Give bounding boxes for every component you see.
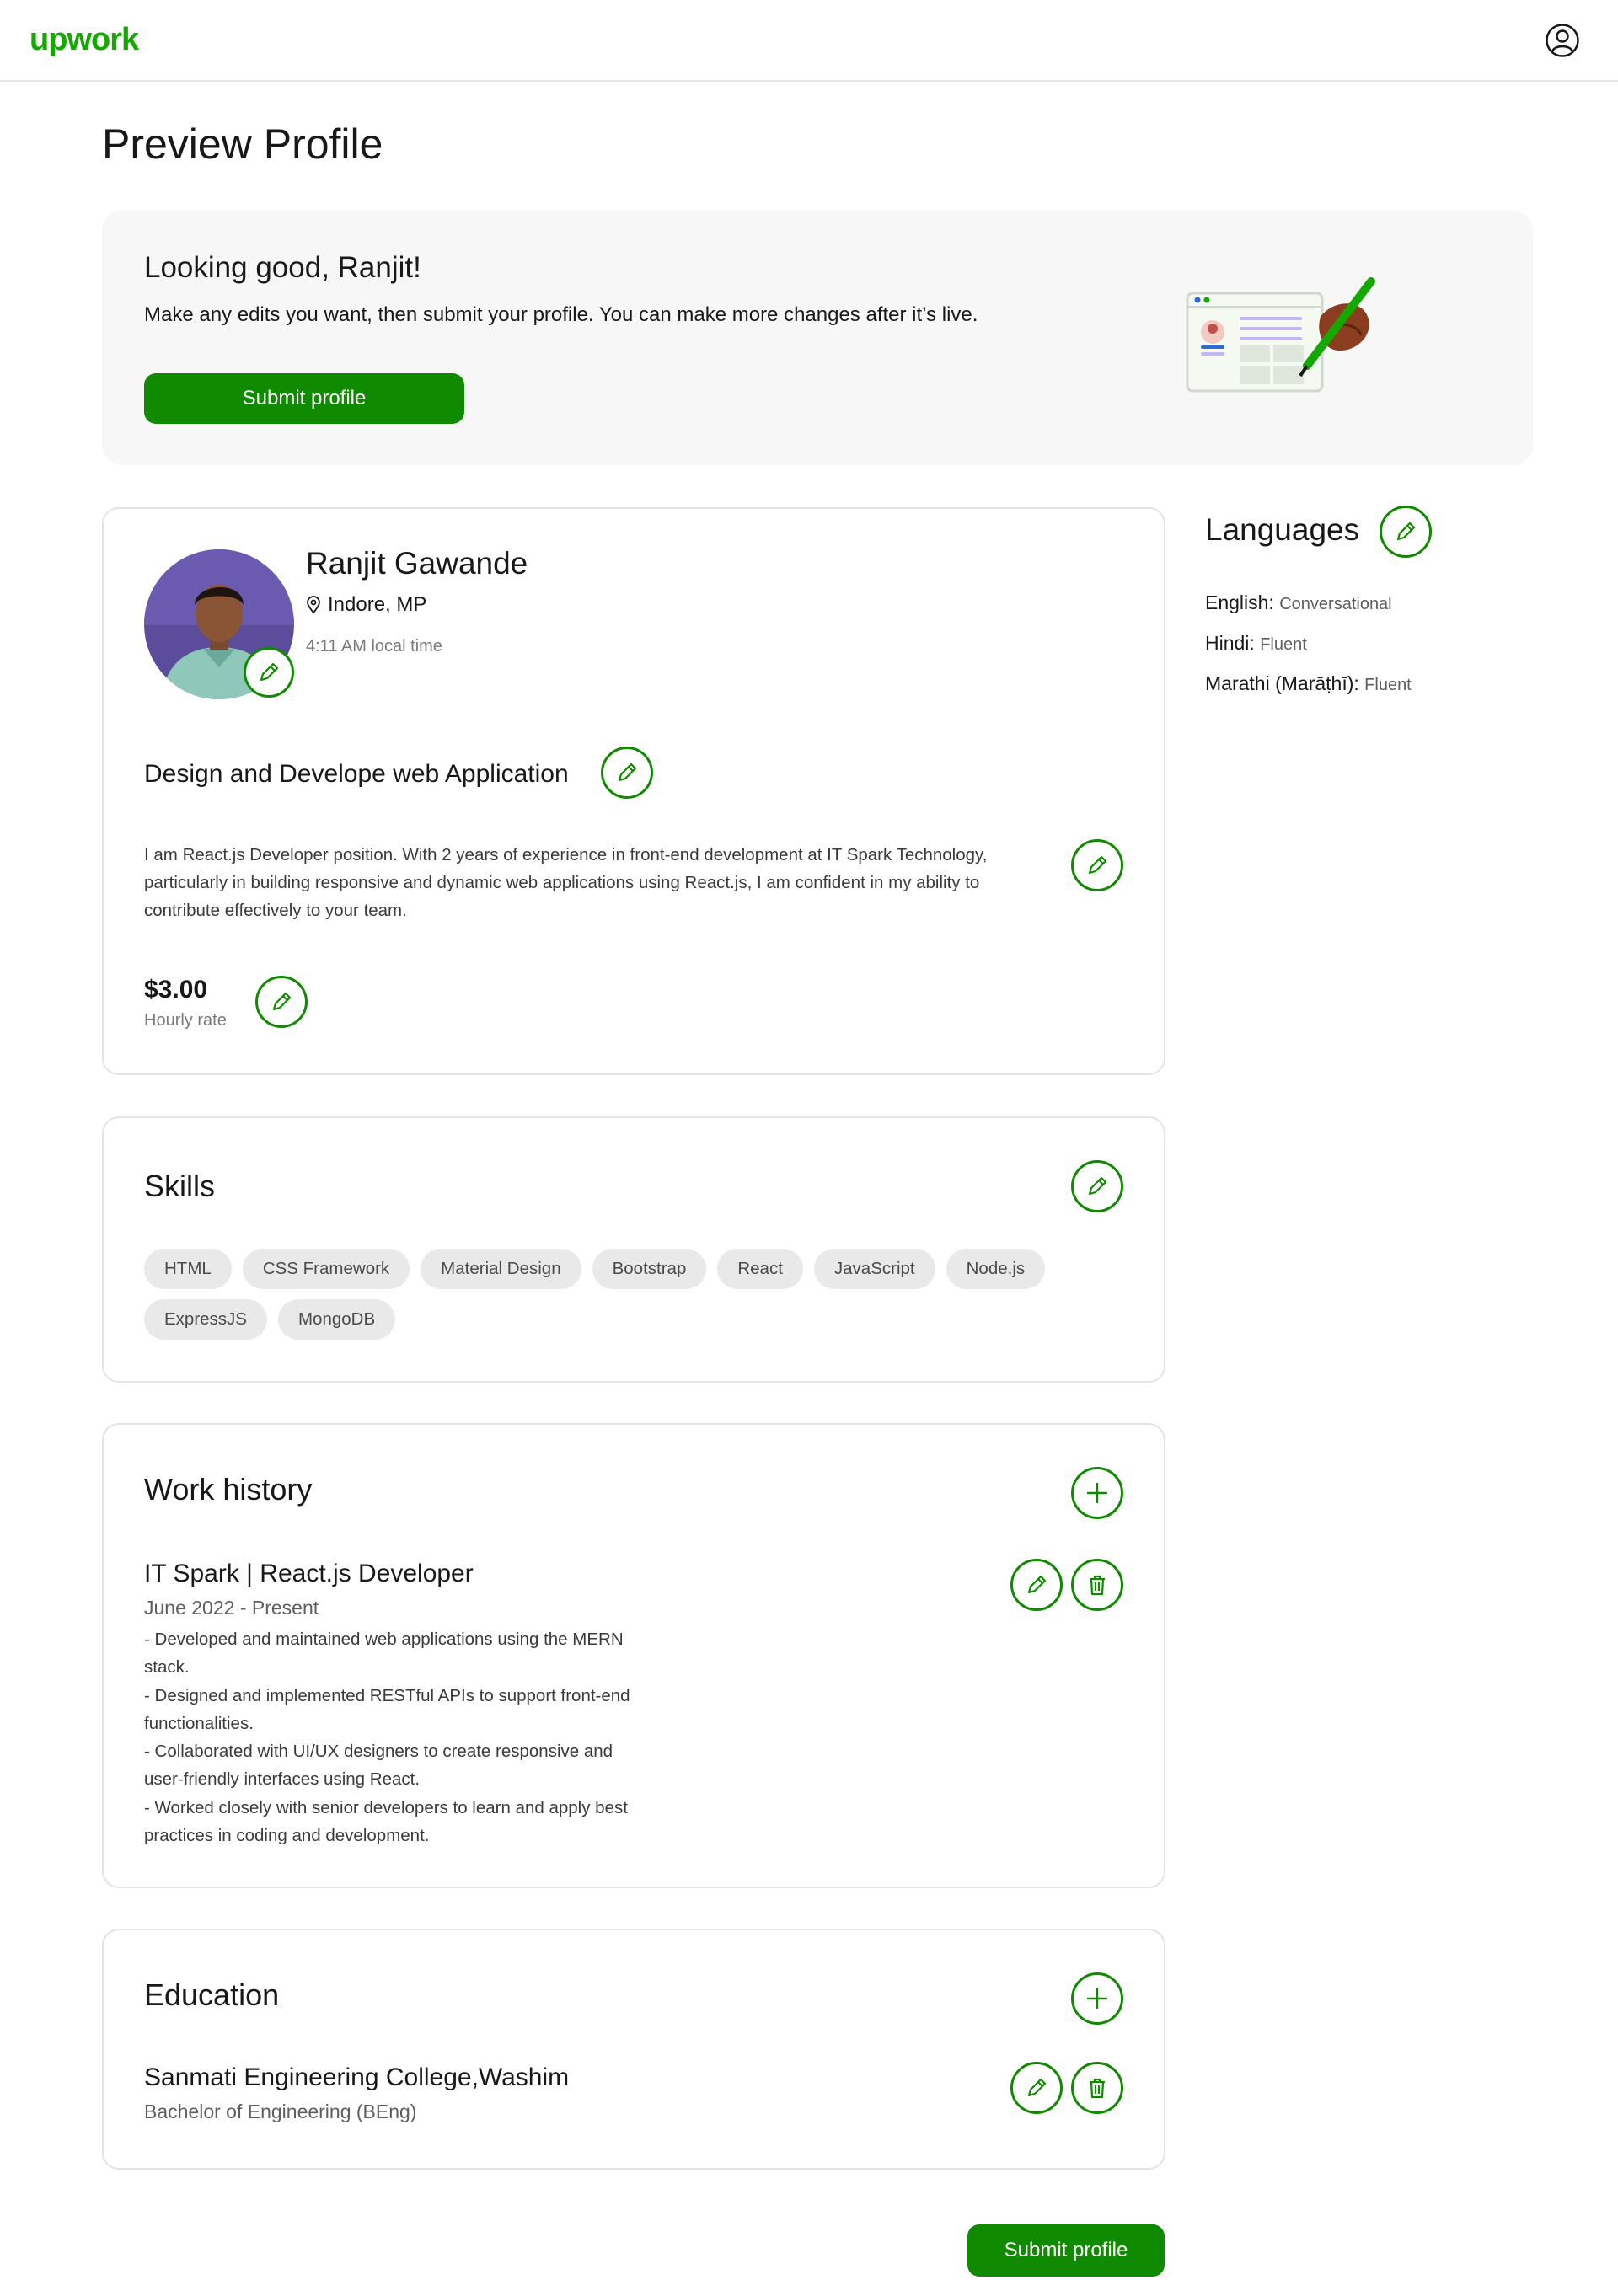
submit-profile-bottom-button[interactable]: Submit profile bbox=[967, 2224, 1165, 2277]
job-description-line: stack. bbox=[144, 1657, 190, 1678]
pencil-icon bbox=[260, 662, 279, 682]
job-description-line: user-friendly interfaces using React. bbox=[144, 1769, 421, 1790]
language-name: Hindi: bbox=[1205, 632, 1255, 654]
job-description-line: practices in coding and development. bbox=[144, 1826, 430, 1846]
delete-education-button[interactable] bbox=[1071, 2062, 1123, 2114]
edit-languages-button[interactable] bbox=[1380, 506, 1432, 558]
skill-chip: Node.js bbox=[946, 1249, 1046, 1289]
job-description-line: - Collaborated with UI/UX designers to c… bbox=[144, 1742, 613, 1762]
language-item: Hindi: Fluent bbox=[1205, 632, 1307, 655]
language-name: English: bbox=[1205, 591, 1274, 613]
skill-chip: CSS Framework bbox=[242, 1249, 410, 1289]
job-description-line: - Worked closely with senior developers … bbox=[144, 1797, 628, 1817]
hourly-rate-label: Hourly rate bbox=[144, 1011, 227, 1030]
plus-icon bbox=[1086, 1482, 1108, 1504]
pencil-icon bbox=[272, 992, 292, 1011]
pencil-icon bbox=[1396, 522, 1416, 541]
language-name: Marathi (Marāṭhī): bbox=[1205, 672, 1359, 694]
location-pin-icon bbox=[307, 596, 320, 614]
skill-chip: React bbox=[717, 1249, 803, 1289]
profile-location: Indore, MP bbox=[306, 593, 426, 617]
trash-icon bbox=[1090, 1575, 1105, 1596]
education-degree: Bachelor of Engineering (BEng) bbox=[144, 2101, 417, 2122]
skills-list: HTML CSS Framework Material Design Boots… bbox=[144, 1249, 1113, 1340]
profile-overview: I am React.js Developer position. With 2… bbox=[144, 845, 988, 920]
edit-rate-button[interactable] bbox=[255, 976, 308, 1028]
skill-chip: JavaScript bbox=[813, 1249, 935, 1289]
skill-chip: ExpressJS bbox=[144, 1299, 267, 1340]
submit-profile-button[interactable]: Submit profile bbox=[144, 373, 464, 424]
edit-education-button[interactable] bbox=[1010, 2062, 1063, 2114]
language-level: Fluent bbox=[1260, 635, 1307, 654]
upwork-logo[interactable]: upwork bbox=[29, 22, 139, 58]
skill-chip: MongoDB bbox=[277, 1299, 396, 1340]
profile-edit-illustration bbox=[1181, 275, 1400, 401]
edit-photo-button[interactable] bbox=[244, 647, 294, 698]
education-school: Sanmati Engineering College,Washim bbox=[144, 2063, 570, 2091]
job-title: IT Spark | React.js Developer bbox=[144, 1560, 474, 1587]
hourly-rate-value: $3.00 bbox=[144, 976, 208, 1003]
profile-title: Design and Develope web Application bbox=[144, 760, 569, 788]
top-header: upwork bbox=[0, 0, 1618, 82]
language-level: Conversational bbox=[1279, 595, 1392, 613]
pencil-icon bbox=[1088, 855, 1107, 875]
work-history-card: Work history IT Spark | React.js Develop… bbox=[102, 1423, 1165, 1888]
page-title: Preview Profile bbox=[102, 120, 383, 168]
profile-name: Ranjit Gawande bbox=[306, 546, 528, 581]
trash-icon bbox=[1090, 2078, 1105, 2099]
pencil-icon bbox=[1027, 1575, 1047, 1594]
profile-card: Ranjit Gawande Indore, MP 4:11 AM local … bbox=[102, 507, 1165, 1075]
work-history-heading: Work history bbox=[144, 1472, 313, 1507]
preview-banner: Looking good, Ranjit! Make any edits you… bbox=[102, 211, 1533, 465]
pencil-icon bbox=[1027, 2078, 1047, 2097]
plus-icon bbox=[1086, 1988, 1108, 2010]
user-account-icon[interactable] bbox=[1545, 23, 1580, 58]
add-education-button[interactable] bbox=[1071, 1972, 1123, 2025]
job-description-line: functionalities. bbox=[144, 1713, 254, 1733]
edit-skills-button[interactable] bbox=[1071, 1160, 1123, 1212]
skills-heading: Skills bbox=[144, 1169, 216, 1203]
delete-job-button[interactable] bbox=[1071, 1559, 1123, 1611]
skills-card: Skills HTML CSS Framework Material Desig… bbox=[102, 1116, 1165, 1383]
job-description-line: - Developed and maintained web applicati… bbox=[144, 1630, 624, 1649]
edit-overview-button[interactable] bbox=[1071, 839, 1123, 891]
skill-chip: HTML bbox=[144, 1249, 232, 1289]
skill-chip: Bootstrap bbox=[592, 1249, 707, 1289]
education-heading: Education bbox=[144, 1978, 280, 2012]
add-work-history-button[interactable] bbox=[1071, 1467, 1123, 1519]
language-level: Fluent bbox=[1364, 676, 1412, 694]
edit-job-button[interactable] bbox=[1010, 1559, 1063, 1611]
pencil-icon bbox=[1088, 1176, 1107, 1196]
job-dates: June 2022 - Present bbox=[144, 1597, 319, 1619]
languages-heading: Languages bbox=[1205, 512, 1360, 547]
skill-chip: Material Design bbox=[421, 1249, 581, 1289]
banner-heading: Looking good, Ranjit! bbox=[144, 251, 421, 284]
location-text: Indore, MP bbox=[328, 593, 427, 616]
language-item: English: Conversational bbox=[1205, 591, 1392, 614]
local-time: 4:11 AM local time bbox=[306, 637, 442, 656]
language-item: Marathi (Marāṭhī): Fluent bbox=[1205, 672, 1412, 695]
job-description-line: - Designed and implemented RESTful APIs … bbox=[144, 1685, 630, 1705]
job-description: - Developed and maintained web applicati… bbox=[144, 1625, 683, 1849]
edit-title-button[interactable] bbox=[601, 747, 653, 799]
pencil-icon bbox=[618, 763, 637, 782]
education-card: Education Sanmati Engineering College,Wa… bbox=[102, 1929, 1165, 2170]
banner-text: Make any edits you want, then submit you… bbox=[144, 303, 978, 326]
